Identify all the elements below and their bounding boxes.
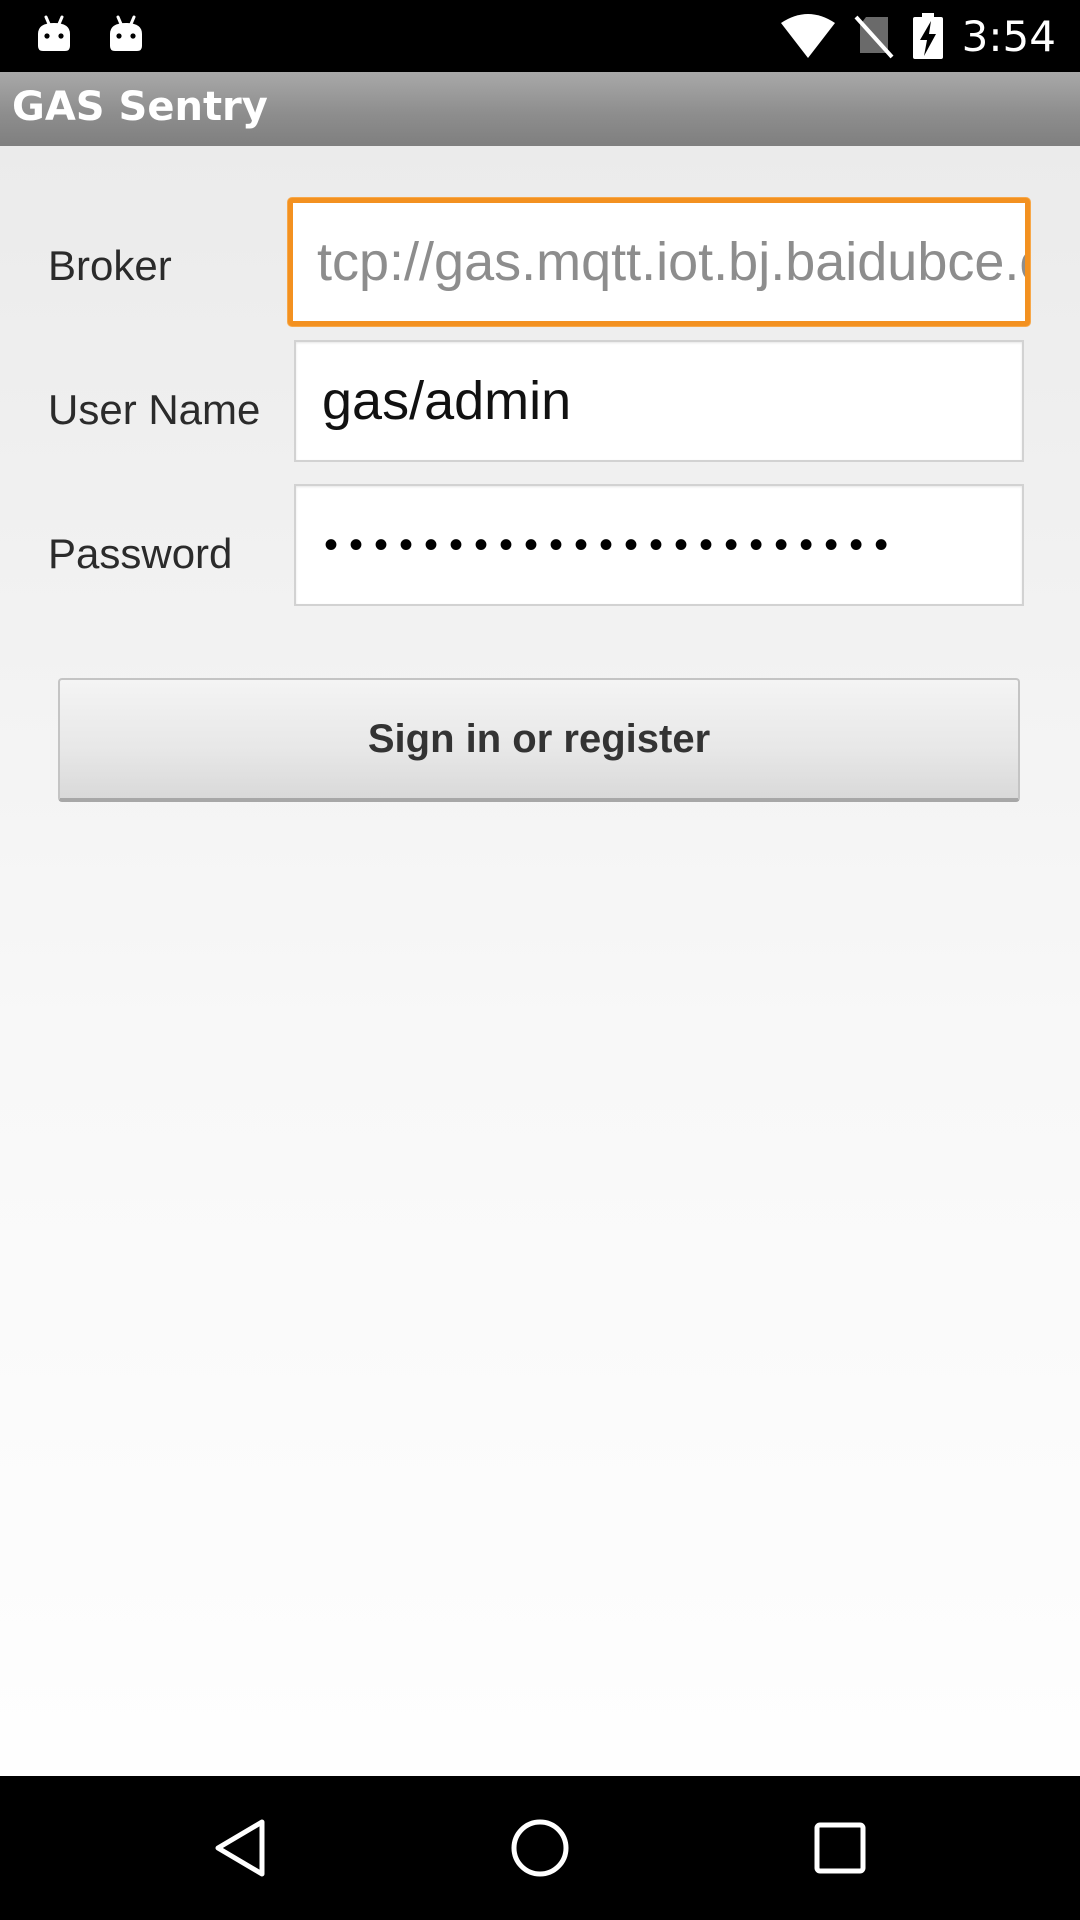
username-label: User Name: [48, 386, 261, 433]
back-button[interactable]: [200, 1808, 280, 1888]
battery-charging-icon: [912, 13, 943, 59]
action-bar: GAS Sentry: [0, 72, 1080, 146]
sign-in-button[interactable]: Sign in or register: [58, 678, 1020, 802]
recents-icon: [814, 1822, 866, 1874]
username-value: gas/admin: [322, 371, 572, 431]
android-icon: [38, 15, 70, 51]
recents-button[interactable]: [800, 1808, 880, 1888]
home-button[interactable]: [500, 1808, 580, 1888]
status-bar: 3:54: [0, 0, 1080, 72]
broker-label: Broker: [48, 242, 172, 289]
android-icon: [110, 15, 142, 51]
broker-input[interactable]: tcp://gas.mqtt.iot.bj.baidubce.com:1883: [288, 198, 1030, 326]
system-indicators: 3:54: [780, 8, 1056, 64]
wifi-icon: [780, 14, 835, 58]
home-icon: [511, 1819, 569, 1877]
broker-placeholder: tcp://gas.mqtt.iot.bj.baidubce.com:1883: [317, 232, 1025, 292]
password-masked-value: •••••••••••••••••••••••: [324, 522, 900, 567]
back-icon: [215, 1819, 265, 1877]
notification-area: [34, 14, 146, 54]
login-form: Broker tcp://gas.mqtt.iot.bj.baidubce.co…: [0, 146, 1080, 1776]
navigation-bar: [0, 1776, 1080, 1920]
password-label: Password: [48, 530, 233, 577]
app-title: GAS Sentry: [12, 84, 268, 130]
no-sim-icon: [854, 15, 894, 59]
sign-in-button-label: Sign in or register: [367, 716, 711, 761]
status-time: 3:54: [961, 11, 1056, 61]
username-input[interactable]: gas/admin: [294, 340, 1024, 462]
password-input[interactable]: •••••••••••••••••••••••: [294, 484, 1024, 606]
